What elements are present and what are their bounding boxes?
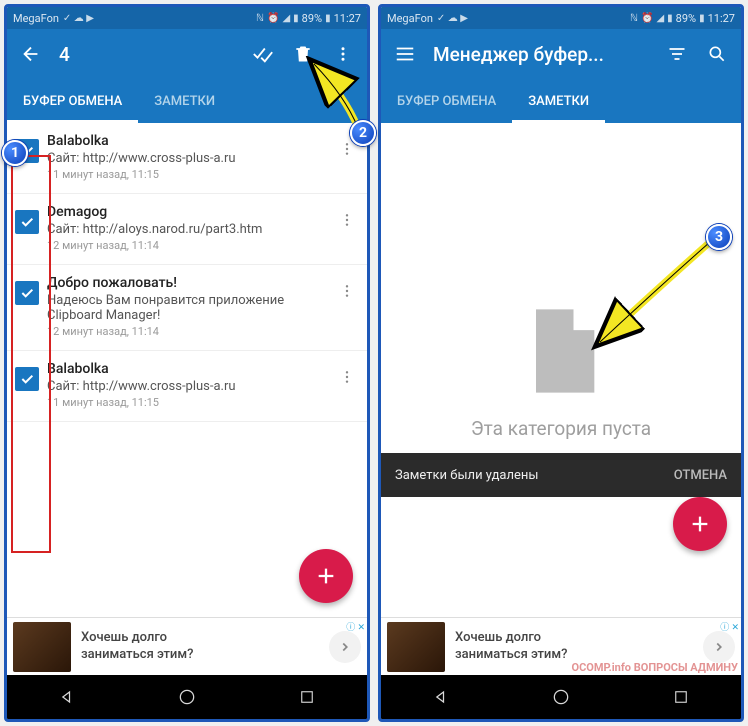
wifi-icon: ◢: [656, 13, 664, 24]
signal-icon: ▮: [293, 13, 299, 24]
callout-2: 2: [350, 120, 376, 146]
battery-label: 89%: [676, 12, 696, 25]
snackbar: Заметки были удалены ОТМЕНА: [381, 453, 741, 497]
nav-back-button[interactable]: [55, 685, 79, 709]
item-more-button[interactable]: [335, 361, 359, 385]
nav-back-button[interactable]: [429, 685, 453, 709]
checkbox[interactable]: [15, 367, 39, 391]
battery-icon: ▮: [325, 13, 331, 24]
item-timestamp: 11 минут назад, 11:15: [47, 396, 335, 409]
callout-1: 1: [2, 140, 28, 166]
select-all-button[interactable]: [251, 42, 275, 66]
item-timestamp: 11 минут назад, 11:15: [47, 168, 335, 181]
fab-add-button[interactable]: [299, 549, 353, 603]
delete-button[interactable]: [291, 42, 315, 66]
carrier-label: MegaFon: [13, 12, 59, 25]
clock-label: 11:27: [334, 12, 361, 25]
ad-image: [387, 622, 445, 672]
list-item[interactable]: Demagog Сайт: http://aloys.narod.ru/part…: [7, 194, 367, 265]
phone-right: MegaFon ✓ ☁ ▶ ℕ ⏰ ◢ ▮ 89% ▮ 11:27 Менедж…: [378, 4, 744, 722]
ad-info-icon[interactable]: ⓘ ✕: [720, 620, 739, 633]
ad-text: Хочешь долгозаниматься этим?: [445, 630, 703, 663]
list-item[interactable]: Balabolka Сайт: http://www.cross-plus-a.…: [7, 123, 367, 194]
nfc-icon: ℕ: [256, 13, 264, 24]
tab-notes[interactable]: ЗАМЕТКИ: [138, 79, 231, 123]
phone-left: MegaFon ✓ ☁ ▶ ℕ ⏰ ◢ ▮ 89% ▮ 11:27 4 БУФЕ…: [4, 4, 370, 722]
back-button[interactable]: [19, 42, 43, 66]
item-subtitle: Сайт: http://www.cross-plus-a.ru: [47, 379, 335, 394]
item-title: Balabolka: [47, 361, 335, 377]
item-subtitle: Надеюсь Вам понравится приложение Clipbo…: [47, 293, 335, 323]
list-item[interactable]: Balabolka Сайт: http://www.cross-plus-a.…: [7, 351, 367, 422]
item-timestamp: 12 минут назад, 11:14: [47, 239, 335, 252]
tabs: БУФЕР ОБМЕНА ЗАМЕТКИ: [7, 79, 367, 123]
battery-icon: ▮: [699, 13, 705, 24]
status-icons-left: ✓ ☁ ▶: [63, 13, 94, 24]
alarm-icon: ⏰: [267, 13, 279, 24]
ad-banner[interactable]: Хочешь долгозаниматься этим? ⓘ ✕: [7, 617, 367, 675]
content-area: Balabolka Сайт: http://www.cross-plus-a.…: [7, 123, 367, 617]
wifi-icon: ◢: [282, 13, 290, 24]
alarm-icon: ⏰: [641, 13, 653, 24]
signal-icon: ▮: [667, 13, 673, 24]
snackbar-text: Заметки были удалены: [395, 468, 674, 483]
ad-text: Хочешь долгозаниматься этим?: [71, 630, 329, 663]
ad-image: [13, 622, 71, 672]
nav-recents-button[interactable]: [295, 685, 319, 709]
drawer-menu-button[interactable]: [393, 42, 417, 66]
empty-message: Эта категория пуста: [471, 417, 651, 440]
sort-button[interactable]: [665, 42, 689, 66]
item-title: Добро пожаловать!: [47, 275, 335, 291]
status-bar: MegaFon ✓ ☁ ▶ ℕ ⏰ ◢ ▮ 89% ▮ 11:27: [381, 7, 741, 29]
status-bar: MegaFon ✓ ☁ ▶ ℕ ⏰ ◢ ▮ 89% ▮ 11:27: [7, 7, 367, 29]
item-more-button[interactable]: [335, 204, 359, 228]
ad-banner[interactable]: Хочешь долгозаниматься этим? ⓘ ✕: [381, 617, 741, 675]
overflow-menu-button[interactable]: [331, 42, 355, 66]
carrier-label: MegaFon: [387, 12, 433, 25]
tab-notes[interactable]: ЗАМЕТКИ: [512, 79, 605, 123]
checkbox[interactable]: [15, 210, 39, 234]
content-area: Эта категория пуста Заметки были удалены…: [381, 123, 741, 617]
clock-label: 11:27: [708, 12, 735, 25]
fab-add-button[interactable]: [673, 497, 727, 551]
nav-recents-button[interactable]: [669, 685, 693, 709]
item-subtitle: Сайт: http://www.cross-plus-a.ru: [47, 151, 335, 166]
ad-open-button[interactable]: [329, 631, 361, 663]
app-bar: Менеджер буфер...: [381, 29, 741, 79]
callout-3: 3: [706, 224, 732, 250]
snackbar-undo-button[interactable]: ОТМЕНА: [674, 468, 727, 483]
item-timestamp: 12 минут назад, 11:14: [47, 325, 335, 338]
nav-home-button[interactable]: [549, 685, 573, 709]
list-item[interactable]: Добро пожаловать! Надеюсь Вам понравится…: [7, 265, 367, 351]
item-subtitle: Сайт: http://aloys.narod.ru/part3.htm: [47, 222, 335, 237]
item-title: Balabolka: [47, 133, 335, 149]
tab-clipboard[interactable]: БУФЕР ОБМЕНА: [381, 79, 512, 123]
navigation-bar: [381, 675, 741, 719]
selection-count: 4: [59, 43, 235, 66]
checkbox[interactable]: [15, 281, 39, 305]
battery-label: 89%: [302, 12, 322, 25]
status-icons-left: ✓ ☁ ▶: [437, 13, 468, 24]
app-title: Менеджер буфер...: [433, 43, 649, 66]
ad-open-button[interactable]: [703, 631, 735, 663]
item-title: Demagog: [47, 204, 335, 220]
tabs: БУФЕР ОБМЕНА ЗАМЕТКИ: [381, 79, 741, 123]
item-more-button[interactable]: [335, 275, 359, 299]
navigation-bar: [7, 675, 367, 719]
app-bar: 4: [7, 29, 367, 79]
empty-document-icon: [511, 301, 611, 401]
nav-home-button[interactable]: [175, 685, 199, 709]
tab-clipboard[interactable]: БУФЕР ОБМЕНА: [7, 79, 138, 123]
clip-list: Balabolka Сайт: http://www.cross-plus-a.…: [7, 123, 367, 422]
ad-info-icon[interactable]: ⓘ ✕: [346, 620, 365, 633]
nfc-icon: ℕ: [630, 13, 638, 24]
search-button[interactable]: [705, 42, 729, 66]
